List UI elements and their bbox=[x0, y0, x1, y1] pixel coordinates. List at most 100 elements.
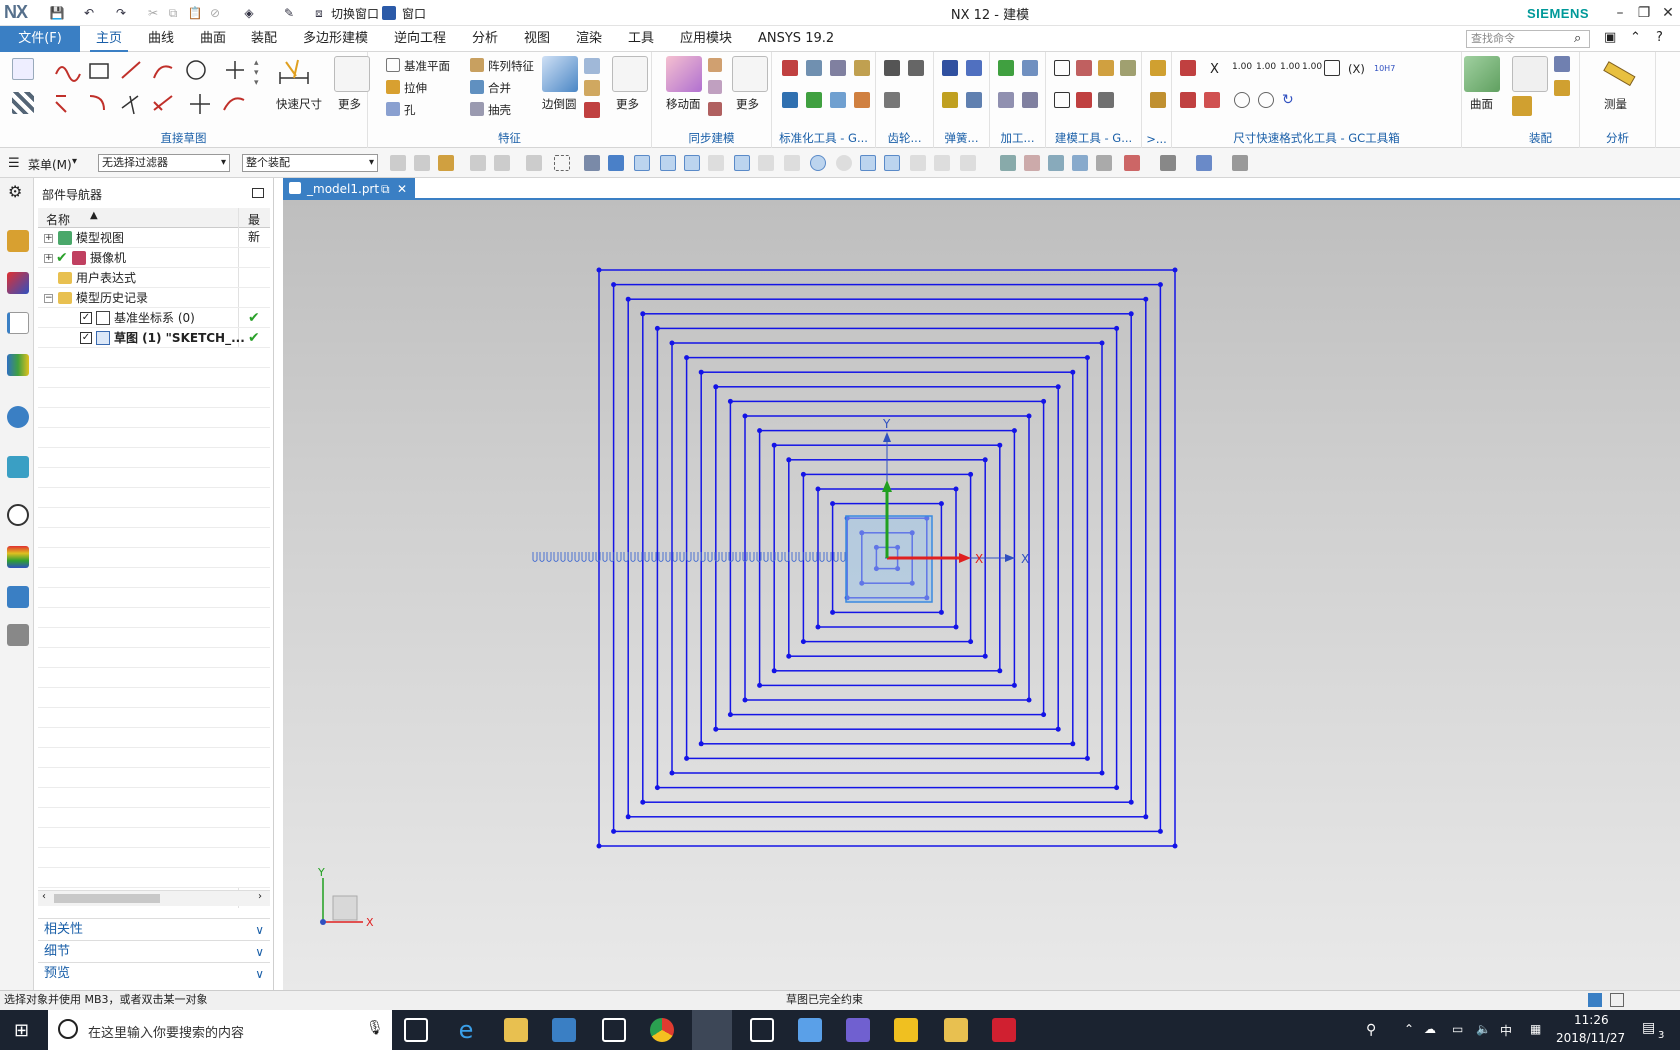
people-icon[interactable]: ⚲ bbox=[1366, 1022, 1376, 1038]
sketch-vertex-point[interactable] bbox=[1157, 828, 1163, 834]
visibility-checkbox[interactable]: ✓ bbox=[80, 332, 92, 344]
surface-label[interactable]: 曲面 bbox=[1470, 96, 1493, 112]
part-navigator-icon[interactable] bbox=[7, 312, 29, 334]
onedrive-icon[interactable]: ☁ bbox=[1424, 1022, 1436, 1036]
standard-tool-icon[interactable] bbox=[806, 92, 822, 108]
sketch-vertex-point[interactable] bbox=[1114, 325, 1120, 331]
sketch-vertex-point[interactable] bbox=[1011, 682, 1017, 688]
view-tool-icon[interactable] bbox=[1048, 155, 1064, 171]
tab-curve[interactable]: 曲线 bbox=[142, 26, 180, 52]
datum-plane-icon[interactable] bbox=[386, 58, 400, 72]
move-face-icon[interactable] bbox=[666, 56, 702, 92]
restore-button[interactable]: ❐ bbox=[1632, 3, 1656, 23]
tree-row-sketch[interactable]: ✓ 草图 (1) "SKETCH_... ✔ bbox=[38, 328, 270, 348]
sketch-curve-icons[interactable] bbox=[50, 58, 250, 118]
extrude-icon[interactable] bbox=[386, 80, 400, 94]
dim-tool-icon[interactable] bbox=[1204, 92, 1220, 108]
taskbar-search-input[interactable]: 在这里输入你要搜索的内容 bbox=[88, 1022, 244, 1041]
tolerance-label[interactable]: 10H7 bbox=[1374, 64, 1395, 73]
sketch-vertex-point[interactable] bbox=[815, 624, 821, 630]
standard-tool-icon[interactable] bbox=[806, 60, 822, 76]
sketch-vertex-point[interactable] bbox=[1084, 755, 1090, 761]
modeling-tool-icon[interactable] bbox=[1076, 92, 1092, 108]
sketch-vertex-point[interactable] bbox=[938, 609, 944, 615]
sketch-vertex-point[interactable] bbox=[611, 282, 617, 288]
tab-view[interactable]: 视图 bbox=[518, 26, 556, 52]
sketch-vertex-point[interactable] bbox=[786, 457, 792, 463]
sketch-vertex-point[interactable] bbox=[1157, 282, 1163, 288]
hole-label[interactable]: 孔 bbox=[404, 102, 416, 118]
copy-icon[interactable]: ⧉ bbox=[164, 4, 182, 22]
snap-midpoint-icon[interactable] bbox=[684, 155, 700, 171]
unite-icon[interactable] bbox=[470, 80, 484, 94]
reuse-library-icon[interactable] bbox=[7, 354, 29, 376]
ime-mode-icon[interactable]: ▦ bbox=[1530, 1022, 1541, 1036]
sketch-vertex-point[interactable] bbox=[830, 501, 836, 507]
horizontal-scrollbar[interactable]: ‹ › bbox=[38, 890, 270, 906]
column-name-header[interactable]: 名称 bbox=[46, 211, 70, 228]
sketch-vertex-point[interactable] bbox=[727, 398, 733, 404]
app-icon[interactable] bbox=[944, 1018, 968, 1042]
collapse-icon[interactable]: − bbox=[44, 294, 53, 303]
assembly-navigator-icon[interactable] bbox=[7, 230, 29, 252]
web-browser-icon[interactable] bbox=[7, 456, 29, 478]
tab-ansys[interactable]: ANSYS 19.2 bbox=[752, 26, 840, 52]
volume-icon[interactable]: 🔈 bbox=[1476, 1022, 1491, 1036]
scroll-left-icon[interactable]: ‹ bbox=[42, 891, 46, 902]
window-menu-button[interactable]: 窗口 bbox=[402, 5, 426, 22]
file-menu-button[interactable]: 文件(F) bbox=[0, 26, 80, 52]
snap-center-icon[interactable] bbox=[810, 155, 826, 171]
diameter-icon[interactable] bbox=[1258, 92, 1274, 108]
sketch-vertex-point[interactable] bbox=[1099, 770, 1105, 776]
sketch-vertex-point[interactable] bbox=[997, 668, 1003, 674]
task-view-icon[interactable] bbox=[404, 1018, 428, 1042]
box-select-icon[interactable] bbox=[554, 155, 570, 171]
show-hidden-icons[interactable]: ⌃ bbox=[1404, 1022, 1414, 1036]
machining-icon[interactable] bbox=[998, 92, 1014, 108]
sketch-vertex-point[interactable] bbox=[771, 668, 777, 674]
sketch-vertex-point[interactable] bbox=[742, 413, 748, 419]
dim-box-icon[interactable] bbox=[1324, 60, 1340, 76]
file-explorer-icon[interactable] bbox=[504, 1018, 528, 1042]
chrome-icon[interactable] bbox=[650, 1018, 674, 1042]
sketch-vertex-point[interactable] bbox=[596, 843, 602, 849]
sketch-vertex-point[interactable] bbox=[640, 311, 646, 317]
more-label-1[interactable]: 更多 bbox=[338, 96, 361, 112]
switch-window-icon[interactable]: ⧈ bbox=[310, 4, 328, 22]
sketch-vertex-point[interactable] bbox=[1055, 726, 1061, 732]
edge-blend-icon[interactable] bbox=[542, 56, 578, 92]
store-icon[interactable] bbox=[552, 1018, 576, 1042]
sketch-vertex-point[interactable] bbox=[596, 267, 602, 273]
tree-row-datum-csys[interactable]: ✓ 基准坐标系 (0) ✔ bbox=[38, 308, 270, 328]
sketch-vertex-point[interactable] bbox=[1128, 799, 1134, 805]
sketch-vertex-point[interactable] bbox=[997, 442, 1003, 448]
sketch-vertex-point[interactable] bbox=[815, 486, 821, 492]
dim-label[interactable]: 1.00 bbox=[1302, 62, 1322, 72]
filter-tool-icon[interactable] bbox=[470, 155, 486, 171]
modeling-tool-icon[interactable] bbox=[1054, 92, 1070, 108]
sketch-vertex-point[interactable] bbox=[1055, 384, 1061, 390]
sketch-vertex-point[interactable] bbox=[1099, 340, 1105, 346]
standard-tool-icon[interactable] bbox=[782, 92, 798, 108]
tab-analysis[interactable]: 分析 bbox=[466, 26, 504, 52]
edge-blend-label[interactable]: 边倒圆 bbox=[542, 96, 577, 112]
sketch-vertex-point[interactable] bbox=[757, 428, 763, 434]
sketch-vertex-point[interactable] bbox=[786, 653, 792, 659]
snap-icon[interactable] bbox=[884, 155, 900, 171]
chevron-down-icon[interactable]: ∨ bbox=[255, 963, 264, 985]
offset-region-icon[interactable] bbox=[708, 80, 722, 94]
sketch-vertex-point[interactable] bbox=[684, 755, 690, 761]
display-icon[interactable]: ▭ bbox=[1452, 1022, 1463, 1036]
app-icon[interactable] bbox=[846, 1018, 870, 1042]
cut-icon[interactable]: ✂ bbox=[144, 4, 162, 22]
system-materials-icon[interactable] bbox=[7, 546, 29, 568]
more-feature-icon[interactable] bbox=[612, 56, 648, 92]
more-label-3[interactable]: 更多 bbox=[736, 96, 759, 112]
sketch-icon[interactable] bbox=[12, 58, 34, 80]
windows-start-icon[interactable]: ⊞ bbox=[14, 1020, 29, 1041]
pattern-feature-icon[interactable] bbox=[470, 58, 484, 72]
sketch-vertex-point[interactable] bbox=[1172, 843, 1178, 849]
sketch-vertex-point[interactable] bbox=[982, 457, 988, 463]
measure-label[interactable]: 测量 bbox=[1604, 96, 1627, 112]
sketch-vertex-point[interactable] bbox=[654, 785, 660, 791]
